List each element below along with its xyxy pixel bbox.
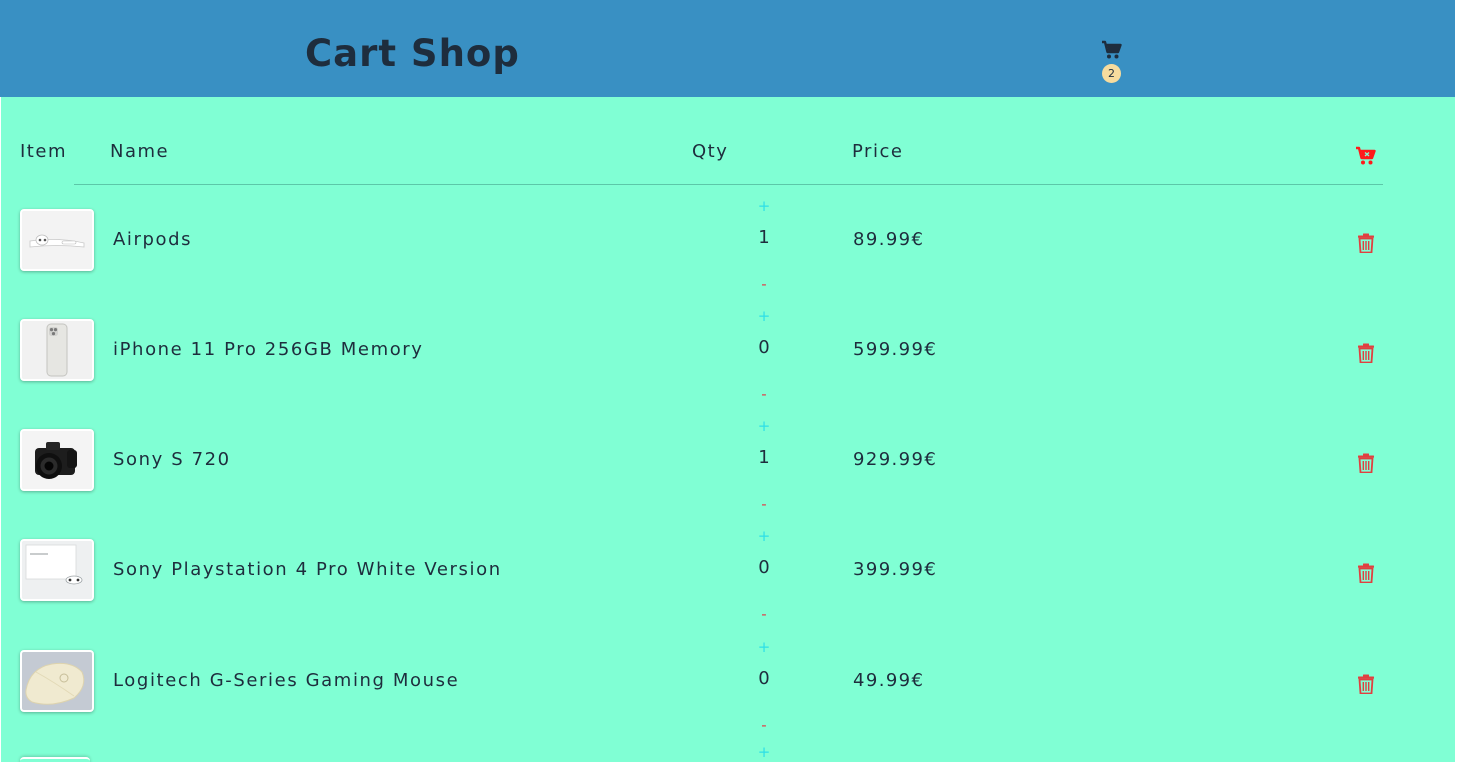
quantity-value: 0: [758, 557, 770, 578]
shopping-cart-icon: [1102, 40, 1122, 59]
product-name: Airpods: [113, 229, 193, 250]
product-name: Logitech G-Series Gaming Mouse: [113, 670, 460, 691]
increase-qty-button[interactable]: +: [757, 638, 771, 656]
trash-icon: [1358, 563, 1374, 584]
decrease-qty-button[interactable]: -: [757, 605, 771, 623]
increase-qty-button[interactable]: +: [757, 307, 771, 325]
clear-cart-button[interactable]: [1355, 146, 1377, 170]
product-price: 399.99€: [853, 559, 938, 580]
cart-count-badge: 2: [1102, 64, 1121, 83]
mouse-image: [20, 650, 94, 712]
column-header-item: Item: [20, 141, 67, 162]
table-row: iPhone 11 Pro 256GB Memory + 0 - 599.99€: [1, 303, 1455, 413]
trash-icon: [1358, 453, 1374, 474]
cart-button[interactable]: 2: [1099, 40, 1125, 84]
airpods-image: [20, 209, 94, 271]
table-row: Sony Playstation 4 Pro White Version + 0…: [1, 523, 1455, 633]
remove-item-button[interactable]: [1357, 453, 1375, 477]
table-row: Sony S 720 + 1 - 929.99€: [1, 413, 1455, 523]
table-row: Airpods + 1 - 89.99€: [1, 193, 1455, 303]
clear-cart-icon: [1356, 146, 1376, 165]
product-image-partial: [20, 757, 90, 762]
header-divider: [74, 184, 1383, 185]
quantity-value: 0: [758, 668, 770, 689]
remove-item-button[interactable]: [1357, 343, 1375, 367]
cart-table: Item Name Qty Price Airpods + 1 - 89.99€…: [1, 97, 1455, 762]
increase-qty-button[interactable]: +: [757, 197, 771, 215]
decrease-qty-button[interactable]: -: [757, 495, 771, 513]
top-header: Cart Shop 2: [0, 0, 1455, 97]
remove-item-button[interactable]: [1357, 674, 1375, 698]
camera-image: [20, 429, 94, 491]
product-name: Sony Playstation 4 Pro White Version: [113, 559, 502, 580]
product-price: 49.99€: [853, 670, 925, 691]
increase-qty-button[interactable]: +: [757, 527, 771, 545]
decrease-qty-button[interactable]: -: [757, 275, 771, 293]
product-price: 599.99€: [853, 339, 938, 360]
remove-item-button[interactable]: [1357, 233, 1375, 257]
trash-icon: [1358, 343, 1374, 364]
column-header-price: Price: [852, 141, 904, 162]
increase-qty-button[interactable]: +: [757, 743, 771, 761]
column-header-name: Name: [110, 141, 170, 162]
quantity-value: 0: [758, 337, 770, 358]
iphone-image: [20, 319, 94, 381]
quantity-value: 1: [758, 447, 770, 468]
decrease-qty-button[interactable]: -: [757, 385, 771, 403]
product-price: 89.99€: [853, 229, 925, 250]
product-name: Sony S 720: [113, 449, 231, 470]
trash-icon: [1358, 233, 1374, 254]
remove-item-button[interactable]: [1357, 563, 1375, 587]
table-row: Logitech G-Series Gaming Mouse + 0 - 49.…: [1, 634, 1455, 744]
shop-title: Cart Shop: [305, 32, 520, 75]
column-header-qty: Qty: [692, 141, 729, 162]
product-name: iPhone 11 Pro 256GB Memory: [113, 339, 424, 360]
trash-icon: [1358, 674, 1374, 695]
decrease-qty-button[interactable]: -: [757, 716, 771, 734]
product-price: 929.99€: [853, 449, 938, 470]
page: Cart Shop 2 Item Name Qty Price Airpods …: [0, 0, 1457, 762]
quantity-value: 1: [758, 227, 770, 248]
playstation-image: [20, 539, 94, 601]
increase-qty-button[interactable]: +: [757, 417, 771, 435]
